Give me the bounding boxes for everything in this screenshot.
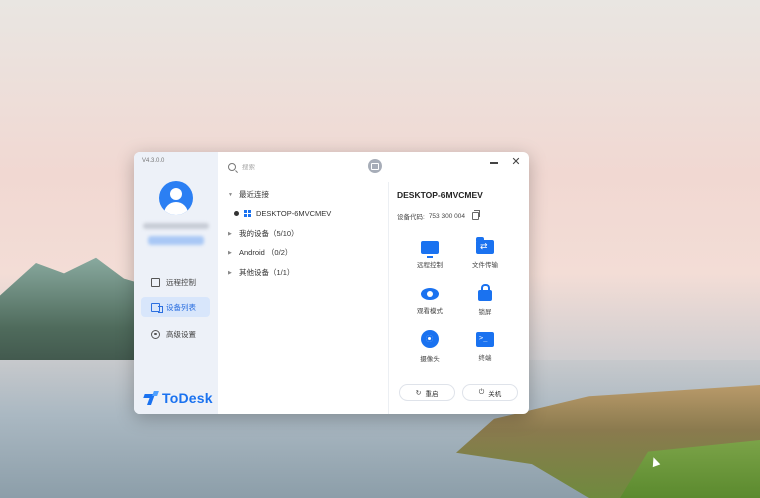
user-avatar[interactable]: [159, 181, 193, 215]
terminal-icon: [476, 332, 494, 347]
action-lock-screen[interactable]: 锁屏: [460, 283, 510, 316]
message-button[interactable]: [368, 159, 382, 173]
device-list-panel: ▼ 最近连接 DESKTOP-6MVCMEV ▶ 我的设备（5/10） ▶ An…: [218, 152, 388, 414]
action-label: 锁屏: [478, 309, 492, 316]
avatar-body-icon: [164, 202, 188, 215]
device-name: DESKTOP-6MVCMEV: [256, 209, 332, 218]
close-button[interactable]: ✕: [509, 155, 523, 169]
group-label: Android （0/2）: [239, 248, 293, 257]
restart-icon: ↻: [415, 389, 422, 397]
app-version: V4.3.0.0: [142, 158, 165, 164]
caret-right-icon: ▶: [228, 249, 232, 256]
todesk-logo-icon: [143, 391, 159, 405]
blurred-account-badge: [148, 236, 204, 245]
advanced-settings-icon: [151, 329, 160, 339]
action-terminal[interactable]: 终端: [460, 330, 510, 362]
shutdown-button[interactable]: ⏻ 关机: [462, 384, 518, 401]
group-recent-connections[interactable]: ▼ 最近连接: [228, 189, 269, 200]
lock-icon: [478, 284, 492, 301]
device-list-icon: [151, 302, 163, 313]
todesk-window: V4.3.0.0 远程控制 设备列表 高级设置 ToDesk 搜索 ▼ 最近连接…: [134, 152, 529, 414]
sidebar-item-label: 高级设置: [166, 329, 196, 339]
blurred-username: [143, 223, 209, 229]
action-remote-control[interactable]: 远程控制: [405, 236, 455, 269]
power-icon: ⏻: [478, 388, 485, 396]
group-label: 我的设备（5/10）: [239, 229, 299, 238]
search-icon: [228, 163, 236, 171]
sidebar-item-label: 远程控制: [166, 277, 196, 287]
folder-transfer-icon: [476, 237, 494, 254]
action-file-transfer[interactable]: 文件传输: [460, 236, 510, 269]
device-detail-panel: ✕ DESKTOP-6MVCMEV 设备代码: 753 300 004 远程控制…: [389, 152, 529, 414]
action-view-mode[interactable]: 观看模式: [405, 283, 455, 315]
action-label: 文件传输: [472, 262, 498, 269]
restart-button[interactable]: ↻ 重启: [399, 384, 455, 401]
caret-down-icon: ▼: [228, 191, 233, 198]
monitor-icon: [421, 241, 439, 258]
windows-icon: [244, 210, 251, 217]
caret-right-icon: ▶: [228, 230, 232, 237]
restart-label: 重启: [425, 390, 439, 398]
action-label: 摄像头: [420, 356, 440, 363]
group-other-devices[interactable]: ▶ 其他设备（1/1）: [228, 267, 294, 278]
action-label: 终端: [478, 355, 492, 362]
device-row[interactable]: DESKTOP-6MVCMEV: [234, 209, 331, 218]
sidebar-item-remote-control[interactable]: 远程控制: [141, 272, 210, 292]
device-code-value: 753 300 004: [428, 212, 465, 220]
eye-icon: [421, 288, 439, 300]
sidebar-item-device-list[interactable]: 设备列表: [141, 297, 210, 317]
brand-logo: ToDesk: [143, 390, 213, 406]
group-android[interactable]: ▶ Android （0/2）: [228, 247, 292, 258]
caret-right-icon: ▶: [228, 269, 232, 276]
copy-icon[interactable]: [471, 210, 480, 220]
sidebar-item-label: 设备列表: [166, 302, 196, 312]
group-my-devices[interactable]: ▶ 我的设备（5/10）: [228, 228, 299, 239]
status-dot-icon: [234, 211, 239, 216]
action-camera[interactable]: 摄像头: [405, 330, 455, 363]
camera-icon: [421, 330, 439, 348]
sidebar-item-advanced-settings[interactable]: 高级设置: [141, 324, 210, 344]
sidebar: V4.3.0.0 远程控制 设备列表 高级设置 ToDesk: [134, 152, 218, 414]
avatar-head-icon: [170, 188, 182, 200]
search-bar: [228, 160, 378, 174]
group-label: 最近连接: [239, 190, 269, 199]
detail-device-name: DESKTOP-6MVCMEV: [397, 190, 483, 200]
shutdown-label: 关机: [488, 390, 502, 398]
action-label: 观看模式: [417, 308, 443, 315]
search-input[interactable]: [242, 163, 352, 171]
minimize-button[interactable]: [487, 156, 501, 170]
device-code: 设备代码: 753 300 004: [397, 210, 480, 221]
remote-control-icon: [151, 277, 160, 287]
chat-bubble-icon: [371, 162, 379, 170]
group-label: 其他设备（1/1）: [239, 268, 295, 277]
action-label: 远程控制: [417, 262, 443, 269]
brand-name: ToDesk: [162, 390, 213, 406]
device-code-label: 设备代码:: [397, 214, 425, 221]
